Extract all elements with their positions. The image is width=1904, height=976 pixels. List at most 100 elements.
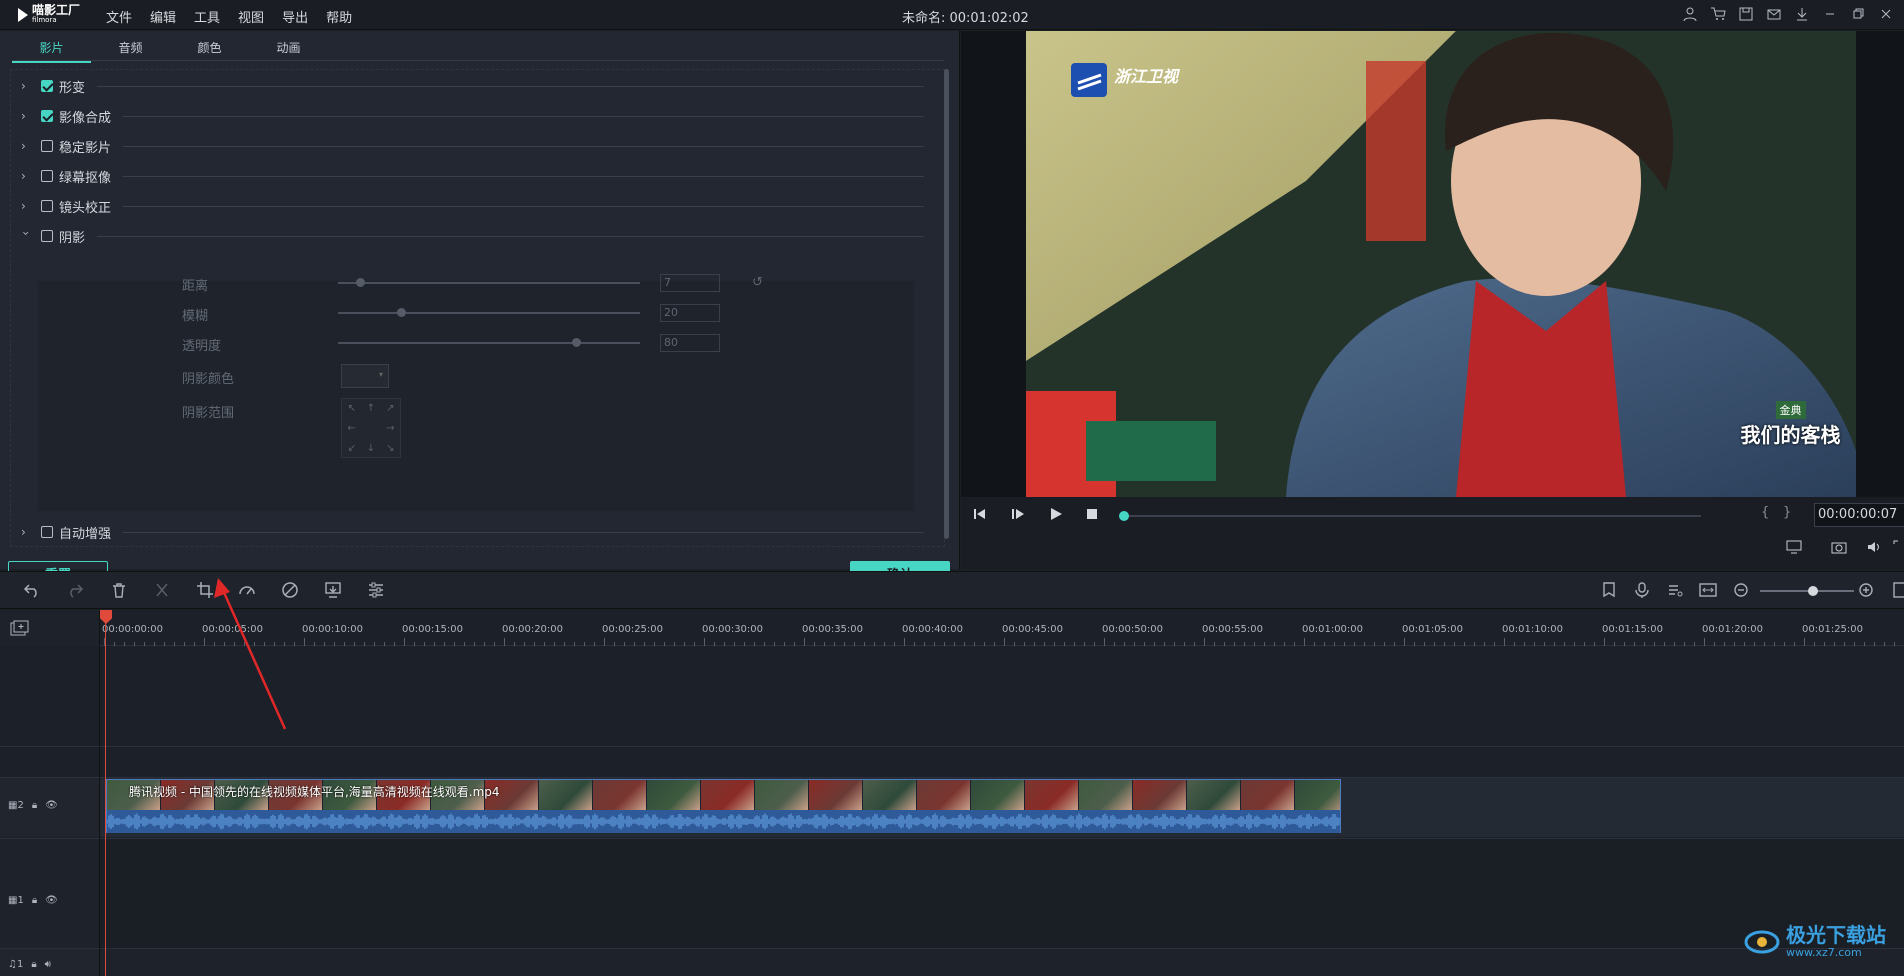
arrow-down-left-icon[interactable]: ↙ <box>342 439 361 459</box>
stabilize-checkbox[interactable] <box>41 140 53 152</box>
transform-checkbox[interactable] <box>41 80 53 92</box>
ruler-tick <box>714 642 715 646</box>
restore-icon[interactable] <box>1850 6 1868 24</box>
distance-slider[interactable] <box>338 278 640 287</box>
clip-thumbnail <box>917 780 971 810</box>
prev-frame-icon[interactable] <box>973 507 989 523</box>
panel-toggle-icon[interactable] <box>1893 581 1904 601</box>
property-compositing[interactable]: › 影像合成 <box>21 106 924 126</box>
green-screen-icon[interactable] <box>324 581 344 601</box>
property-shadow[interactable]: › 阴影 <box>19 226 924 246</box>
audio-track[interactable] <box>100 948 1904 976</box>
audio-mixer-icon[interactable] <box>1666 581 1686 601</box>
minimize-icon[interactable] <box>1822 6 1840 24</box>
microphone-icon[interactable] <box>1633 581 1653 601</box>
zoom-in-icon[interactable] <box>1857 581 1877 601</box>
playback-progress-bar[interactable] <box>1121 515 1701 517</box>
snapshot-icon[interactable] <box>1831 539 1849 557</box>
delete-icon[interactable] <box>110 581 130 601</box>
display-settings-icon[interactable] <box>1786 539 1804 557</box>
opacity-slider[interactable] <box>338 338 640 347</box>
chevron-right-icon[interactable]: › <box>21 169 35 183</box>
mark-in-icon[interactable]: { <box>1761 505 1769 520</box>
volume-icon[interactable] <box>1866 539 1884 557</box>
ruler-tick <box>1034 642 1035 646</box>
zoom-slider[interactable] <box>1760 590 1854 592</box>
distance-slider-knob[interactable] <box>355 278 365 287</box>
shadow-color-picker[interactable]: ▾ <box>341 364 389 388</box>
playhead-line[interactable] <box>105 611 106 976</box>
opacity-value[interactable]: 80 <box>660 334 720 352</box>
user-icon[interactable] <box>1682 6 1700 24</box>
arrow-down-right-icon[interactable]: ↘ <box>381 439 400 459</box>
play-frame-icon[interactable] <box>1011 507 1027 523</box>
cart-icon[interactable] <box>1710 6 1728 24</box>
blur-value[interactable]: 20 <box>660 304 720 322</box>
download-icon[interactable] <box>1794 6 1812 24</box>
clip-thumbnail <box>1187 780 1241 810</box>
chevron-right-icon[interactable]: › <box>21 109 35 123</box>
shadow-direction-grid[interactable]: ↖ ↑ ↗ ← → ↙ ↓ ↘ <box>341 398 401 458</box>
empty-track[interactable] <box>100 647 1904 746</box>
menu-file[interactable]: 文件 <box>106 7 132 26</box>
speaker-icon[interactable]: 🔊︎ <box>45 959 51 970</box>
blur-slider[interactable] <box>338 308 640 317</box>
chroma-key-checkbox[interactable] <box>41 170 53 182</box>
property-transform[interactable]: › 形变 <box>21 76 924 96</box>
property-stabilize[interactable]: › 稳定影片 <box>21 136 924 156</box>
time-ruler[interactable]: 00:00:00:00 00:00:05:00 00:00:10:00 00:00:1… <box>100 610 1904 646</box>
add-track-icon[interactable] <box>10 620 30 636</box>
menu-help[interactable]: 帮助 <box>326 7 352 26</box>
save-icon[interactable] <box>1738 6 1756 24</box>
distance-value[interactable]: 7 <box>660 274 720 292</box>
ruler-tick <box>1774 642 1775 646</box>
close-icon[interactable] <box>1878 6 1896 24</box>
menu-export[interactable]: 导出 <box>282 7 308 26</box>
compositing-checkbox[interactable] <box>41 110 53 122</box>
lock-icon[interactable]: 🔒︎ <box>32 895 37 906</box>
reset-icon[interactable]: ↺ <box>752 275 763 290</box>
arrow-left-icon[interactable]: ← <box>342 419 361 439</box>
lens-correction-checkbox[interactable] <box>41 200 53 212</box>
track-1[interactable] <box>100 838 1904 948</box>
marker-icon[interactable] <box>1600 581 1620 601</box>
chevron-down-icon[interactable]: › <box>19 231 33 241</box>
adjust-icon[interactable] <box>367 581 387 601</box>
zoom-slider-knob[interactable] <box>1808 586 1818 596</box>
property-lens-correction[interactable]: › 镜头校正 <box>21 196 924 216</box>
playback-progress-knob[interactable] <box>1119 511 1129 521</box>
chevron-right-icon[interactable]: › <box>21 525 35 539</box>
lock-icon[interactable]: 🔒︎ <box>32 800 37 811</box>
property-chroma-key[interactable]: › 绿幕抠像 <box>21 166 924 186</box>
chevron-right-icon[interactable]: › <box>21 79 35 93</box>
chevron-right-icon[interactable]: › <box>21 139 35 153</box>
fit-timeline-icon[interactable] <box>1699 581 1719 601</box>
mail-icon[interactable] <box>1766 6 1784 24</box>
arrow-up-right-icon[interactable]: ↗ <box>381 399 400 419</box>
auto-enhance-checkbox[interactable] <box>41 526 53 538</box>
video-clip[interactable]: 腾讯视频 - 中国领先的在线视频媒体平台,海量高清视频在线观看.mp4 <box>106 779 1341 833</box>
lock-icon[interactable]: 🔒︎ <box>31 959 36 970</box>
menu-tools[interactable]: 工具 <box>194 7 220 26</box>
fullscreen-icon[interactable] <box>1893 539 1904 557</box>
cut-icon[interactable] <box>153 581 173 601</box>
play-icon[interactable] <box>1049 507 1065 523</box>
shadow-checkbox[interactable] <box>41 230 53 242</box>
arrow-down-icon[interactable]: ↓ <box>361 439 380 459</box>
arrow-right-icon[interactable]: → <box>381 419 400 439</box>
arrow-up-icon[interactable]: ↑ <box>361 399 380 419</box>
menu-view[interactable]: 视图 <box>238 7 264 26</box>
eye-icon[interactable]: 👁︎ <box>45 800 58 811</box>
eye-icon[interactable]: 👁︎ <box>45 895 58 906</box>
property-auto-enhance[interactable]: › 自动增强 <box>21 522 924 542</box>
zoom-out-icon[interactable] <box>1732 581 1752 601</box>
properties-scrollbar[interactable] <box>944 69 949 539</box>
stop-icon[interactable] <box>1085 507 1101 523</box>
chevron-right-icon[interactable]: › <box>21 199 35 213</box>
redo-icon[interactable] <box>66 581 86 601</box>
arrow-up-left-icon[interactable]: ↖ <box>342 399 361 419</box>
mark-out-icon[interactable]: } <box>1783 505 1791 520</box>
undo-icon[interactable] <box>23 581 43 601</box>
blur-slider-knob[interactable] <box>396 308 406 317</box>
menu-edit[interactable]: 编辑 <box>150 7 176 26</box>
